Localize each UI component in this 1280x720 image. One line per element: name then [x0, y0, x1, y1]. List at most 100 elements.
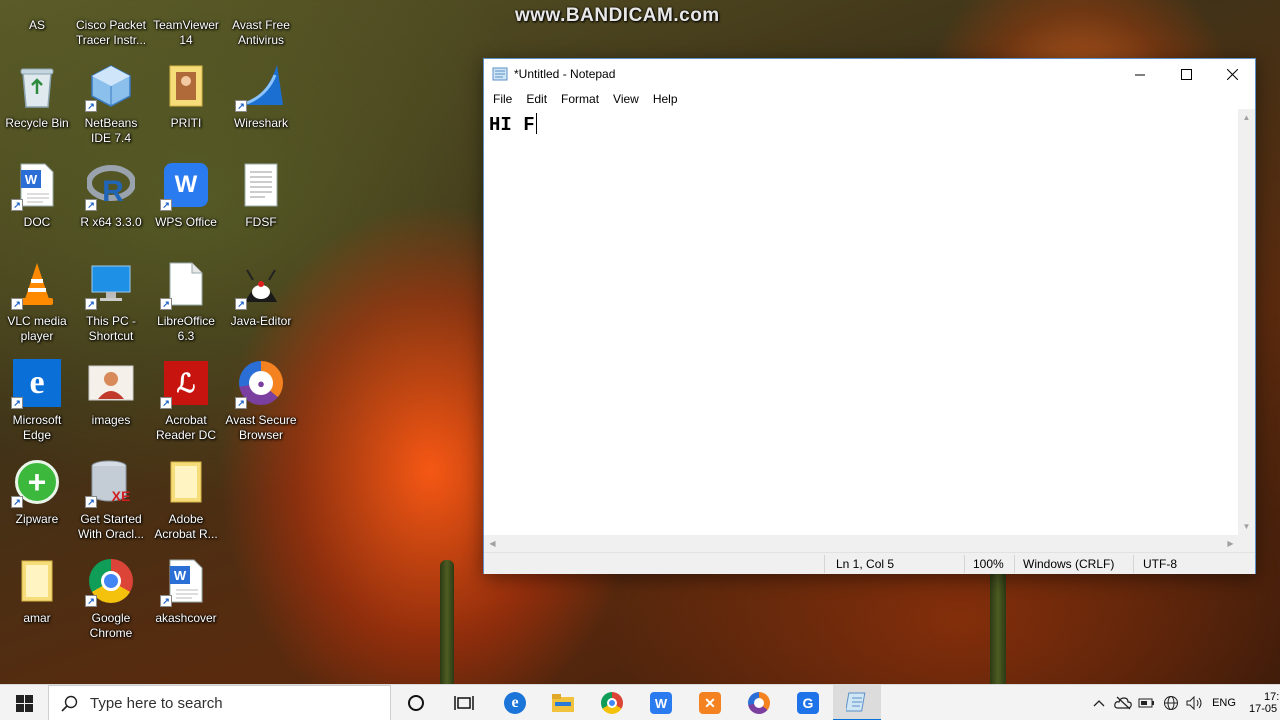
- desktop-icon-this-pc[interactable]: ↗ This PC - Shortcut: [74, 260, 148, 356]
- desktop-icon-wireshark[interactable]: ↗ Wireshark: [224, 62, 298, 158]
- taskbar-search-box[interactable]: Type here to search: [48, 685, 391, 720]
- menu-edit[interactable]: Edit: [519, 89, 554, 109]
- desktop-icon-java-editor[interactable]: ↗ Java-Editor: [224, 260, 298, 356]
- desktop-icon-chrome[interactable]: ↗ Google Chrome: [74, 557, 148, 653]
- desktop-icon-avast-free[interactable]: Avast Free Antivirus: [224, 0, 298, 60]
- desktop-icon-cisco[interactable]: Cisco Packet Tracer Instr...: [74, 0, 148, 60]
- desktop-icon-vlc[interactable]: ↗ VLC media player: [0, 260, 74, 356]
- desktop-icon-priti[interactable]: PRITI: [149, 62, 223, 158]
- desktop-icon-zipware[interactable]: + ↗ Zipware: [0, 458, 74, 554]
- desktop-icon-r-x64[interactable]: R ↗ R x64 3.3.0: [74, 161, 148, 257]
- windows-logo-icon: [15, 694, 33, 712]
- desktop-icon-images[interactable]: images: [74, 359, 148, 455]
- window-title: *Untitled - Notepad: [514, 67, 616, 81]
- taskbar-notepad[interactable]: [833, 685, 881, 720]
- acrobat-icon: ℒ ↗: [160, 359, 210, 409]
- taskbar-xampp[interactable]: ✕: [686, 685, 734, 720]
- zipware-plus-icon: + ↗: [11, 458, 61, 508]
- desktop-icon-libreoffice[interactable]: ↗ LibreOffice 6.3: [149, 260, 223, 356]
- desktop-icon-label: Acrobat Reader DC: [155, 413, 217, 442]
- desktop-icon-as[interactable]: AS: [0, 0, 74, 60]
- maximize-button[interactable]: [1163, 59, 1209, 89]
- language-indicator: ENG: [1212, 697, 1236, 709]
- desktop-icon-label: Zipware: [15, 512, 59, 526]
- desktop-icon-label: Google Chrome: [89, 611, 133, 640]
- menu-format[interactable]: Format: [554, 89, 606, 109]
- tray-language[interactable]: ENG: [1208, 685, 1240, 720]
- scroll-up-icon[interactable]: ▲: [1238, 109, 1255, 126]
- bandicam-watermark: www.BANDICAM.com: [515, 5, 720, 26]
- desktop-icon-label: WPS Office: [155, 215, 217, 229]
- desktop-icon-adobe-acrobat[interactable]: Adobe Acrobat R...: [149, 458, 223, 554]
- notepad-titlebar[interactable]: *Untitled - Notepad: [484, 59, 1255, 89]
- close-icon: [1226, 68, 1238, 80]
- desktop-icon-amar[interactable]: amar: [0, 557, 74, 653]
- avast-icon: [237, 0, 285, 12]
- notepad-window[interactable]: *Untitled - Notepad File Edit Format Vie…: [483, 58, 1256, 574]
- shortcut-arrow-icon: ↗: [11, 199, 23, 211]
- taskbar-wps-office[interactable]: W: [637, 685, 685, 720]
- desktop-icon-edge[interactable]: e ↗ Microsoft Edge: [0, 359, 74, 455]
- document-icon: ↗: [160, 260, 210, 310]
- svg-text:W: W: [174, 568, 187, 583]
- text-caret: [535, 113, 537, 134]
- desktop-icon-recycle-bin[interactable]: Recycle Bin: [0, 62, 74, 158]
- taskbar-edge[interactable]: e: [491, 685, 539, 720]
- taskbar-file-explorer[interactable]: [539, 685, 587, 720]
- cortana-button[interactable]: [392, 685, 440, 720]
- shortcut-arrow-icon: ↗: [11, 496, 23, 508]
- menu-help[interactable]: Help: [646, 89, 685, 109]
- desktop-icon-teamviewer[interactable]: TeamViewer 14: [149, 0, 223, 60]
- globe-network-icon: [1164, 696, 1178, 710]
- tray-network[interactable]: [1160, 685, 1182, 720]
- taskbar-avast-browser[interactable]: [735, 685, 783, 720]
- taskbar-chrome[interactable]: [588, 685, 636, 720]
- menu-view[interactable]: View: [606, 89, 646, 109]
- task-view-button[interactable]: [440, 685, 488, 720]
- desktop-icon-label: PRITI: [170, 116, 202, 130]
- tray-cloud-offline[interactable]: [1112, 685, 1134, 720]
- desktop-icon-akashcover[interactable]: W ↗ akashcover: [149, 557, 223, 653]
- desktop-icon-label: TeamViewer 14: [153, 18, 219, 47]
- tray-overflow-chevron[interactable]: [1089, 685, 1109, 720]
- desktop-icon-avast-browser[interactable]: ● ↗ Avast Secure Browser: [224, 359, 298, 455]
- shortcut-arrow-icon: ↗: [85, 496, 97, 508]
- desktop-icon-fdsf[interactable]: FDSF: [224, 161, 298, 257]
- edge-icon: e: [504, 692, 526, 714]
- editor-text: HI F: [489, 114, 535, 136]
- menu-file[interactable]: File: [486, 89, 519, 109]
- search-icon: [61, 695, 78, 712]
- chrome-icon: [601, 692, 623, 714]
- scroll-down-icon[interactable]: ▼: [1238, 518, 1255, 535]
- text-editor-area[interactable]: HI F: [484, 109, 1239, 535]
- avast-browser-icon: [748, 692, 770, 714]
- svg-text:W: W: [25, 172, 38, 187]
- taskbar-google-app[interactable]: G: [784, 685, 832, 720]
- tray-clock[interactable]: 17: 17-05: [1244, 685, 1280, 720]
- tray-battery[interactable]: [1136, 685, 1158, 720]
- desktop-icon-doc[interactable]: W ↗ DOC: [0, 161, 74, 257]
- desktop-icon-get-started[interactable]: XE ↗ Get Started With Oracl...: [74, 458, 148, 554]
- desktop-icon-wps-office[interactable]: W ↗ WPS Office: [149, 161, 223, 257]
- desktop-icon-label: VLC media player: [7, 314, 67, 343]
- taskbar: Type here to search e W ✕ G ENG 17: 17-0…: [0, 684, 1280, 720]
- horizontal-scrollbar[interactable]: ◀ ▶: [484, 535, 1239, 552]
- r-language-icon: R ↗: [85, 161, 135, 211]
- netbeans-cube-icon: ↗: [85, 62, 135, 112]
- folder-icon: [162, 62, 210, 110]
- java-editor-icon: ↗: [235, 260, 285, 310]
- speaker-icon: [1186, 696, 1202, 710]
- start-button[interactable]: [0, 685, 48, 720]
- tray-volume[interactable]: [1184, 685, 1206, 720]
- chevron-up-icon: [1093, 700, 1105, 707]
- search-placeholder: Type here to search: [90, 694, 223, 712]
- chrome-icon: ↗: [85, 557, 135, 607]
- minimize-button[interactable]: [1117, 59, 1163, 89]
- close-button[interactable]: [1209, 59, 1255, 89]
- scroll-left-icon[interactable]: ◀: [484, 535, 501, 552]
- scrollbar-corner: [1238, 535, 1255, 552]
- desktop-icon-acrobat[interactable]: ℒ ↗ Acrobat Reader DC: [149, 359, 223, 455]
- vertical-scrollbar[interactable]: ▲ ▼: [1238, 109, 1255, 535]
- scroll-right-icon[interactable]: ▶: [1222, 535, 1239, 552]
- desktop-icon-netbeans[interactable]: ↗ NetBeans IDE 7.4: [74, 62, 148, 158]
